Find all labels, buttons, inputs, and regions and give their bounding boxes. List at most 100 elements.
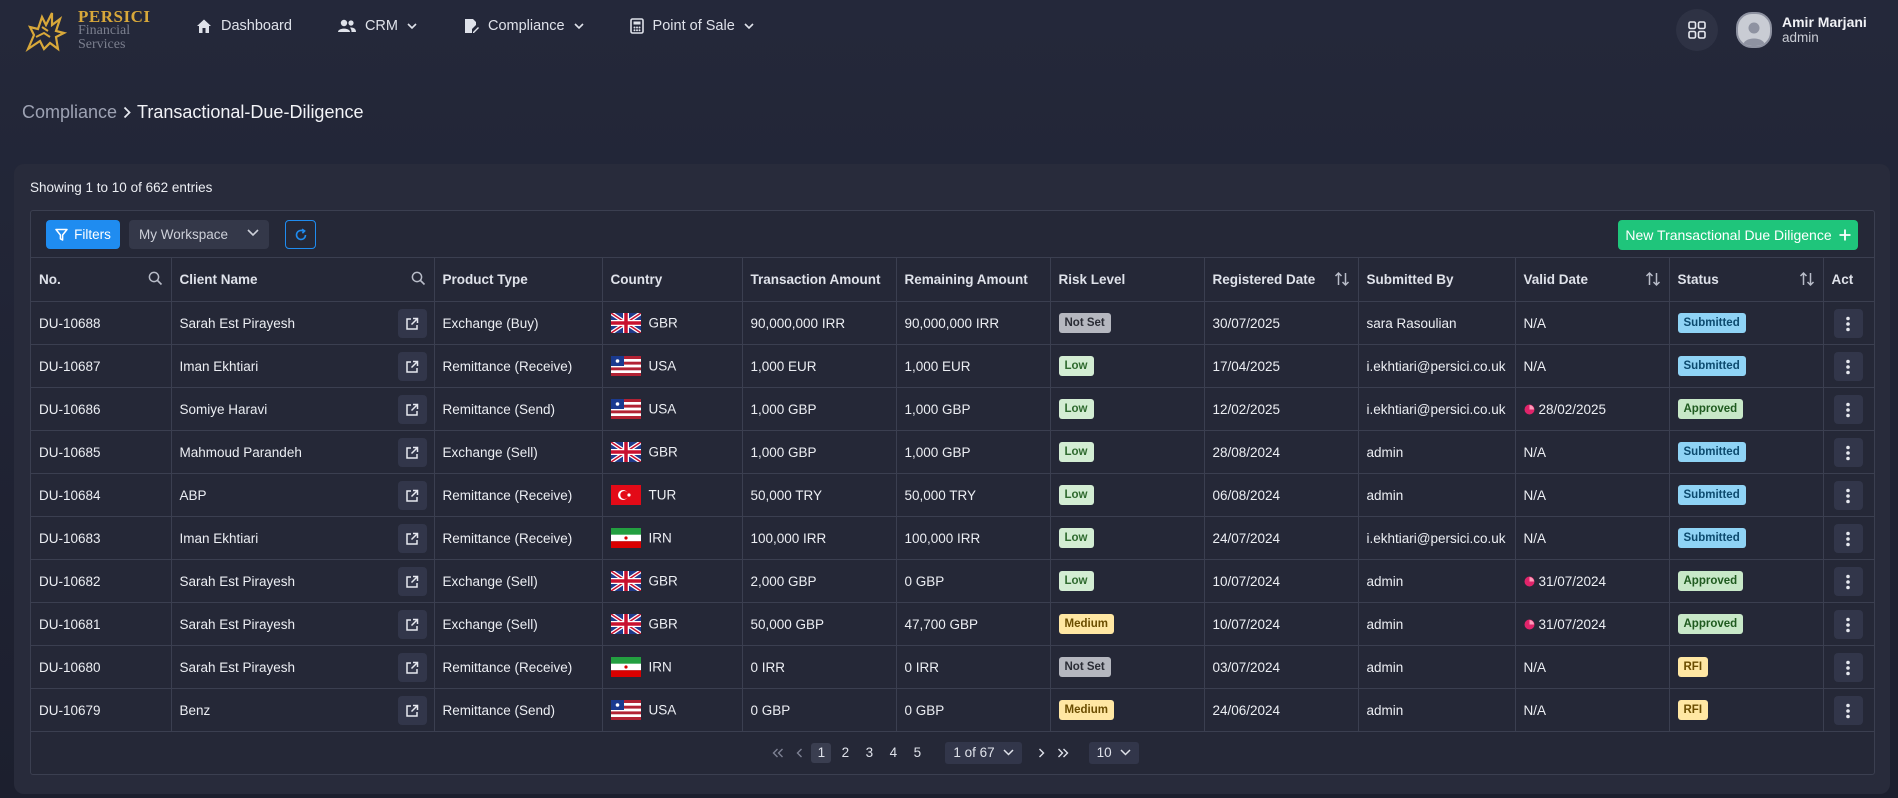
cell-product-type: Remittance (Receive) bbox=[434, 473, 603, 517]
client-name: Sarah Est Pirayesh bbox=[179, 616, 296, 632]
cell-status: Approved bbox=[1669, 387, 1824, 431]
filters-label: Filters bbox=[74, 227, 111, 242]
client-name: Iman Ekhtiari bbox=[179, 358, 259, 374]
workspace-select[interactable]: My Workspace bbox=[129, 220, 269, 249]
open-client-button[interactable] bbox=[397, 524, 427, 553]
page-button-5[interactable]: 5 bbox=[907, 745, 927, 760]
row-actions-button[interactable] bbox=[1833, 352, 1863, 381]
open-client-button[interactable] bbox=[397, 696, 427, 725]
valid-date: N/A bbox=[1523, 315, 1547, 331]
cell-product-type: Exchange (Sell) bbox=[434, 602, 603, 646]
new-tdd-button[interactable]: New Transactional Due Diligence bbox=[1618, 220, 1858, 250]
cell-country: GBR bbox=[602, 430, 743, 474]
cell-risk-level: Low bbox=[1050, 559, 1205, 603]
first-page-button[interactable] bbox=[772, 748, 784, 758]
cell-remaining-amount: 90,000,000 IRR bbox=[896, 301, 1051, 345]
cell-no: DU-10688 bbox=[31, 301, 172, 345]
table-row: DU-10683 Iman Ekhtiari Remittance (Receive… bbox=[31, 516, 1874, 560]
cell-country: GBR bbox=[602, 559, 743, 603]
row-actions-button[interactable] bbox=[1833, 567, 1863, 596]
prev-page-button[interactable] bbox=[796, 748, 803, 758]
sort-icon[interactable] bbox=[1334, 271, 1350, 287]
cell-valid-date: 31/07/2024 bbox=[1515, 559, 1670, 603]
page-button-4[interactable]: 4 bbox=[883, 745, 903, 760]
nav-point-of-sale-label: Point of Sale bbox=[652, 18, 735, 34]
expired-warning-icon bbox=[1524, 576, 1534, 587]
row-actions-button[interactable] bbox=[1833, 438, 1863, 467]
nav-compliance-label: Compliance bbox=[487, 18, 565, 34]
col-header-valid-date-label: Valid Date bbox=[1523, 272, 1589, 287]
open-client-button[interactable] bbox=[397, 481, 427, 510]
nav-point-of-sale[interactable]: Point of Sale bbox=[629, 18, 754, 34]
cell-actions bbox=[1823, 645, 1874, 689]
open-client-button[interactable] bbox=[397, 610, 427, 639]
risk-badge: Low bbox=[1058, 442, 1094, 462]
open-client-button[interactable] bbox=[397, 438, 427, 467]
cell-submitted-by: i.ekhtiari@persici.co.uk bbox=[1358, 516, 1516, 560]
row-actions-button[interactable] bbox=[1833, 524, 1863, 553]
apps-grid-button[interactable] bbox=[1676, 9, 1718, 51]
refresh-icon bbox=[295, 228, 306, 240]
open-client-button[interactable] bbox=[397, 352, 427, 381]
col-header-no[interactable]: No. bbox=[31, 258, 172, 302]
row-actions-button[interactable] bbox=[1833, 653, 1863, 682]
refresh-button[interactable] bbox=[285, 220, 316, 249]
page-button-2[interactable]: 2 bbox=[835, 745, 855, 760]
col-header-status[interactable]: Status bbox=[1669, 258, 1824, 302]
next-page-button[interactable] bbox=[1038, 748, 1045, 758]
nav-crm[interactable]: CRM bbox=[337, 18, 417, 34]
open-client-button[interactable] bbox=[397, 309, 427, 338]
col-header-client-name[interactable]: Client Name bbox=[171, 258, 435, 302]
cell-submitted-by: admin bbox=[1358, 559, 1516, 603]
cell-no: DU-10681 bbox=[31, 602, 172, 646]
open-client-button[interactable] bbox=[397, 395, 427, 424]
search-icon[interactable] bbox=[148, 271, 163, 286]
cell-actions bbox=[1823, 602, 1874, 646]
row-actions-button[interactable] bbox=[1833, 395, 1863, 424]
nav-dashboard[interactable]: Dashboard bbox=[196, 18, 292, 34]
client-name: Iman Ekhtiari bbox=[179, 530, 259, 546]
cell-status: RFI bbox=[1669, 645, 1824, 689]
row-actions-button[interactable] bbox=[1833, 610, 1863, 639]
user-menu[interactable]: Amir Marjani admin bbox=[1736, 12, 1867, 48]
cell-product-type: Remittance (Receive) bbox=[434, 344, 603, 388]
cell-submitted-by: admin bbox=[1358, 688, 1516, 732]
table-row: DU-10687 Iman Ekhtiari Remittance (Receive… bbox=[31, 344, 1874, 388]
valid-date: N/A bbox=[1523, 530, 1547, 546]
users-icon bbox=[337, 19, 356, 32]
col-header-valid-date[interactable]: Valid Date bbox=[1515, 258, 1670, 302]
page-jump-select[interactable]: 1 of 67 bbox=[945, 741, 1022, 764]
breadcrumb-parent[interactable]: Compliance bbox=[22, 102, 117, 123]
valid-date: N/A bbox=[1523, 487, 1547, 503]
search-icon[interactable] bbox=[411, 271, 426, 286]
chevron-right-icon bbox=[1038, 748, 1045, 757]
griffin-logo-icon bbox=[25, 12, 68, 52]
brand-logo[interactable]: PERSICI Financial Services bbox=[22, 6, 150, 56]
status-badge: Submitted bbox=[1677, 528, 1746, 548]
filter-icon bbox=[55, 228, 68, 241]
row-actions-button[interactable] bbox=[1833, 481, 1863, 510]
cell-valid-date: N/A bbox=[1515, 301, 1670, 345]
col-header-status-label: Status bbox=[1677, 272, 1719, 287]
open-client-button[interactable] bbox=[397, 567, 427, 596]
cell-valid-date: N/A bbox=[1515, 430, 1670, 474]
filters-button[interactable]: Filters bbox=[46, 220, 120, 249]
workspace-value: My Workspace bbox=[139, 227, 229, 242]
row-actions-button[interactable] bbox=[1833, 309, 1863, 338]
sort-icon[interactable] bbox=[1799, 271, 1815, 287]
page-size-select[interactable]: 10 bbox=[1088, 741, 1139, 764]
cell-submitted-by: i.ekhtiari@persici.co.uk bbox=[1358, 344, 1516, 388]
open-client-button[interactable] bbox=[397, 653, 427, 682]
nav-compliance[interactable]: Compliance bbox=[463, 18, 584, 34]
col-header-registered-date[interactable]: Registered Date bbox=[1204, 258, 1359, 302]
row-actions-button[interactable] bbox=[1833, 696, 1863, 725]
page-button-3[interactable]: 3 bbox=[859, 745, 879, 760]
page-button-1[interactable]: 1 bbox=[811, 742, 832, 763]
sort-icon[interactable] bbox=[1645, 271, 1661, 287]
cell-registered-date: 24/06/2024 bbox=[1204, 688, 1359, 732]
valid-date: 28/02/2025 bbox=[1538, 401, 1607, 417]
us-flag-icon bbox=[610, 700, 641, 720]
cell-registered-date: 17/04/2025 bbox=[1204, 344, 1359, 388]
content-card: Showing 1 to 10 of 662 entries Filters M… bbox=[14, 164, 1890, 794]
last-page-button[interactable] bbox=[1057, 748, 1069, 758]
